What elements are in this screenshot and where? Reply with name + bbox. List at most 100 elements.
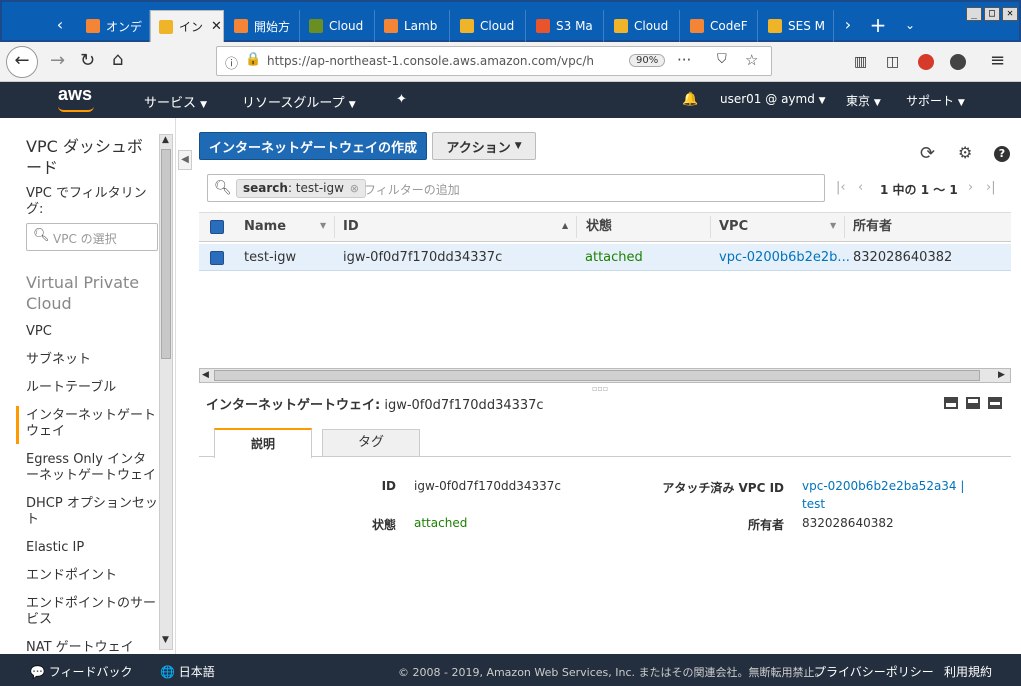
next-page-icon[interactable]: › <box>968 180 973 195</box>
maximize-button[interactable]: □ <box>984 7 1000 21</box>
menu-icon[interactable]: ≡ <box>990 51 1005 71</box>
table-horizontal-scrollbar[interactable]: ◀ ▶ <box>199 368 1011 383</box>
feedback-link[interactable]: 💬 フィードバック <box>30 663 133 680</box>
close-window-button[interactable]: ✕ <box>1002 7 1018 21</box>
browser-tab-active[interactable]: イン ✕ <box>150 10 224 42</box>
browser-tab[interactable]: 開始方 <box>226 10 300 42</box>
last-page-icon[interactable]: ›| <box>986 180 996 195</box>
privacy-policy-link[interactable]: プライバシーポリシー <box>814 663 934 680</box>
sidebar-item-endpoints[interactable]: エンドポイント <box>26 568 158 584</box>
layout-bottom-icon[interactable] <box>944 397 958 409</box>
sidebar-dashboard-link[interactable]: VPC ダッシュボード <box>26 136 146 178</box>
pin-icon[interactable]: ✦ <box>396 92 407 107</box>
column-header-id[interactable]: ID <box>343 214 359 240</box>
bookmark-star-icon[interactable]: ☆ <box>745 51 758 69</box>
scroll-up-icon[interactable]: ▲ <box>162 135 169 145</box>
remove-filter-icon[interactable]: ⊗ <box>350 182 359 195</box>
back-button[interactable]: ← <box>6 46 38 78</box>
settings-gear-icon[interactable]: ⚙ <box>958 143 972 162</box>
browser-tab[interactable]: S3 Ma <box>528 10 604 42</box>
browser-tab[interactable]: Lamb <box>376 10 450 42</box>
cell-vpc-link[interactable]: vpc-0200b6b2e2b... <box>719 248 850 268</box>
column-header-vpc[interactable]: VPC <box>719 214 748 240</box>
refresh-icon[interactable]: ⟳ <box>920 143 935 164</box>
sidebar-item-subnets[interactable]: サブネット <box>26 352 158 368</box>
actions-button[interactable]: アクション ▼ <box>432 132 536 160</box>
scroll-right-icon[interactable]: ▶ <box>998 369 1005 382</box>
browser-tab[interactable]: Cloud <box>452 10 526 42</box>
sidebar-item-vpc[interactable]: VPC <box>26 324 158 340</box>
minimize-button[interactable]: _ <box>966 7 982 21</box>
browser-tab[interactable]: CodeF <box>682 10 758 42</box>
column-header-state[interactable]: 状態 <box>586 214 612 240</box>
tab-tags[interactable]: タグ <box>322 429 420 456</box>
user-menu[interactable]: user01 @ aymd ▼ <box>720 92 826 106</box>
create-internet-gateway-button[interactable]: インターネットゲートウェイの作成 <box>199 132 427 160</box>
sidebar-item-egress-only-igw[interactable]: Egress Only インターネットゲートウェイ <box>26 452 158 484</box>
sidebar-item-dhcp-options[interactable]: DHCP オプションセット <box>26 496 158 528</box>
sidebar-item-route-tables[interactable]: ルートテーブル <box>26 380 158 396</box>
select-all-checkbox[interactable] <box>210 220 224 234</box>
forward-icon[interactable]: → <box>50 51 65 71</box>
field-value-attached-vpc-name[interactable]: test <box>802 497 825 511</box>
library-icon[interactable]: ▥ <box>854 52 867 72</box>
sidebar-toggle-icon[interactable]: ◫ <box>886 52 899 72</box>
browser-tab[interactable]: Cloud <box>606 10 680 42</box>
column-header-owner[interactable]: 所有者 <box>853 214 892 240</box>
column-header-name[interactable]: Name <box>244 214 286 240</box>
help-icon[interactable]: ? <box>994 146 1010 162</box>
sidebar-item-endpoint-services[interactable]: エンドポイントのサービス <box>26 596 158 628</box>
support-menu[interactable]: サポート ▼ <box>906 92 965 109</box>
aws-logo[interactable]: aws <box>58 84 98 114</box>
sidebar-item-internet-gateways[interactable]: インターネットゲートウェイ <box>26 408 158 440</box>
search-filter-box[interactable]: 🔍︎ search: test-igw ⊗ フィルターの追加 <box>207 174 825 202</box>
services-menu[interactable]: サービス ▼ <box>144 92 207 111</box>
tab-description[interactable]: 説明 <box>214 428 312 458</box>
tab-scroll-left-button[interactable]: ‹ <box>42 10 78 40</box>
sidebar-scroll-thumb[interactable] <box>161 149 171 359</box>
terms-link[interactable]: 利用規約 <box>944 663 992 680</box>
home-icon[interactable]: ⌂ <box>112 50 123 70</box>
resource-groups-menu[interactable]: リソースグループ ▼ <box>242 92 356 111</box>
bell-icon[interactable]: 🔔 <box>682 92 698 107</box>
first-page-icon[interactable]: |‹ <box>836 180 846 195</box>
scroll-left-icon[interactable]: ◀ <box>202 369 209 382</box>
column-divider <box>844 216 845 238</box>
sidebar-item-elastic-ip[interactable]: Elastic IP <box>26 540 158 556</box>
scroll-down-icon[interactable]: ▼ <box>162 635 169 645</box>
panel-resize-handle[interactable]: ▫▫▫ <box>592 384 608 393</box>
pocket-icon[interactable]: ⛉ <box>717 52 727 67</box>
layout-full-icon[interactable] <box>988 397 1002 409</box>
tab-scroll-right-button[interactable]: › <box>836 10 860 40</box>
aws-favicon-icon <box>690 19 704 33</box>
browser-tab[interactable]: SES M <box>760 10 834 42</box>
browser-tab[interactable]: オンデ <box>78 10 150 42</box>
language-selector[interactable]: 🌐 日本語 <box>160 663 215 680</box>
sort-icon[interactable]: ▼ <box>830 221 836 230</box>
extension-icon[interactable] <box>918 54 934 70</box>
row-checkbox[interactable] <box>210 251 224 265</box>
browser-tab[interactable]: Cloud <box>301 10 375 42</box>
layout-split-icon[interactable] <box>966 397 980 409</box>
vpc-filter-select[interactable]: 🔍︎ VPC の選択 <box>26 223 158 251</box>
url-text[interactable]: https://ap-northeast-1.console.aws.amazo… <box>267 54 607 68</box>
tab-close-icon[interactable]: ✕ <box>211 19 222 34</box>
page-actions-icon[interactable]: ··· <box>677 51 691 69</box>
field-value-attached-vpc-link[interactable]: vpc-0200b6b2e2ba52a34 | <box>802 479 964 493</box>
reload-icon[interactable]: ↻ <box>80 51 95 71</box>
region-menu[interactable]: 東京 ▼ <box>846 92 881 109</box>
prev-page-icon[interactable]: ‹ <box>858 180 863 195</box>
tab-list-chevron-icon[interactable]: ⌄ <box>896 10 924 40</box>
sort-asc-icon[interactable]: ▲ <box>562 221 568 230</box>
sidebar-item-nat-gateways[interactable]: NAT ゲートウェイ <box>26 640 158 654</box>
new-tab-button[interactable]: + <box>864 10 892 40</box>
sidebar-scrollbar[interactable]: ▲ ▼ <box>159 134 173 650</box>
zoom-level-badge[interactable]: 90% <box>629 54 666 67</box>
sort-icon[interactable]: ▼ <box>320 221 326 230</box>
info-icon[interactable]: ⓘ <box>225 53 238 72</box>
table-scroll-thumb[interactable] <box>214 370 980 381</box>
collapse-sidebar-button[interactable]: ◀ <box>178 150 192 170</box>
account-icon[interactable] <box>950 54 966 70</box>
url-bar[interactable]: ⓘ 🔒 https://ap-northeast-1.console.aws.a… <box>216 46 772 76</box>
search-filter-tag[interactable]: search: test-igw ⊗ <box>236 179 366 198</box>
